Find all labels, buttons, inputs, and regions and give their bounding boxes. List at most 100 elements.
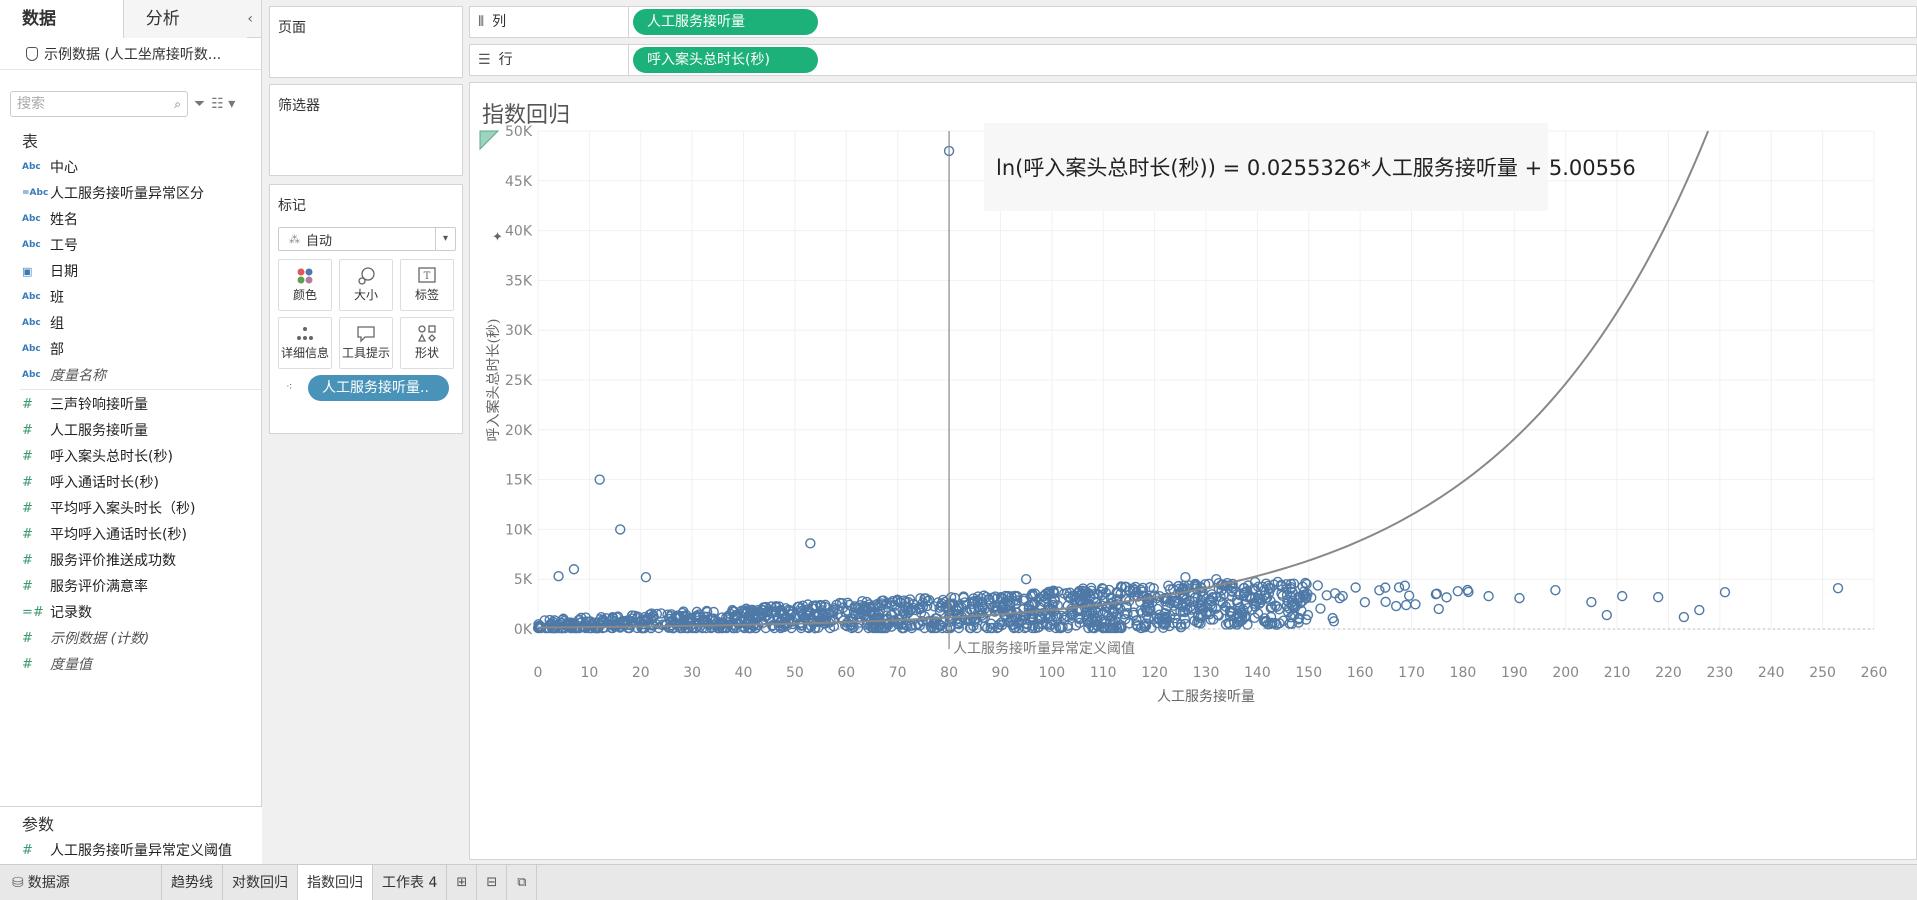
measure-type-icon: #	[22, 422, 33, 438]
measure-field[interactable]: # 人工服务接听量	[0, 417, 261, 443]
measure-type-icon: #	[22, 656, 33, 672]
label-icon: T	[401, 260, 453, 286]
size-button[interactable]: 大小	[339, 259, 393, 311]
x-tick-label: 90	[992, 665, 1010, 681]
sheet-tab-exp-regression[interactable]: 指数回归	[298, 864, 373, 900]
rows-pill[interactable]: 呼入案头总时长(秒)	[633, 47, 818, 73]
shape-icon	[401, 318, 453, 344]
search-input[interactable]	[17, 96, 175, 112]
outlier-point	[1452, 585, 1463, 597]
view-options-icon[interactable]: ☷ ▾	[211, 96, 235, 112]
field-name: 服务评价推送成功数	[50, 553, 176, 569]
rows-icon: ☰	[478, 52, 491, 68]
data-point	[1410, 599, 1421, 610]
x-tick-label: 240	[1758, 665, 1785, 681]
x-tick-label: 40	[735, 665, 753, 681]
database-icon: ⛁	[12, 874, 24, 891]
x-tick-label: 220	[1655, 665, 1682, 681]
string-type-icon: Abc	[22, 162, 41, 172]
tab-data[interactable]: 数据	[0, 0, 124, 38]
columns-pill[interactable]: 人工服务接听量	[633, 9, 818, 35]
measure-field[interactable]: # 度量值	[0, 651, 261, 677]
tooltip-label: 工具提示	[341, 346, 390, 360]
date-type-icon: ▣	[22, 264, 33, 278]
field-name: 姓名	[50, 212, 78, 228]
search-box[interactable]: ⌕	[10, 91, 188, 117]
datasource-item[interactable]: 示例数据 (人工坐席接听数...	[0, 38, 261, 70]
measure-field[interactable]: # 平均呼入案头时长（秒)	[0, 495, 261, 521]
scatter-chart[interactable]: 0 10 20 30 40 50 60 70 80 90 100 110 120 130 140 150 160…	[470, 83, 1916, 859]
measure-field[interactable]: # 示例数据 (计数)	[0, 625, 261, 651]
sheet-tab-trendline[interactable]: 趋势线	[162, 864, 223, 900]
data-point	[1315, 603, 1326, 614]
new-dashboard-icon[interactable]: ⊟	[477, 864, 508, 900]
field-name: 人工服务接听量异常区分	[50, 186, 204, 202]
data-point	[1321, 590, 1332, 601]
tooltip-button[interactable]: 工具提示	[339, 317, 393, 369]
measure-type-icon: #	[22, 448, 33, 464]
pages-card[interactable]: 页面	[269, 6, 463, 78]
measure-field[interactable]: # 服务评价满意率	[0, 573, 261, 599]
y-axis-title: 呼入案头总时长(秒)	[485, 319, 502, 442]
outlier-point	[1483, 590, 1494, 602]
x-tick-label: 200	[1552, 665, 1579, 681]
outlier-point	[1719, 586, 1731, 598]
outlier-point	[1678, 611, 1690, 623]
pages-title: 页面	[278, 20, 306, 36]
param-name: 人工服务接听量异常定义阈值	[50, 843, 232, 859]
new-story-icon[interactable]: ⧉	[507, 864, 538, 900]
data-point	[1393, 582, 1405, 593]
y-tick-label: 25K	[505, 373, 533, 389]
param-item[interactable]: # 人工服务接听量异常定义阈值	[0, 837, 262, 863]
collapse-pane-icon[interactable]: ‹	[247, 0, 261, 37]
y-tick-label: 20K	[505, 423, 533, 439]
y-tick-label: 40K	[505, 224, 533, 240]
x-tick-label: 80	[940, 665, 958, 681]
measure-field[interactable]: # 呼入案头总时长(秒)	[0, 443, 261, 469]
sheet-tab-log-regression[interactable]: 对数回归	[223, 864, 298, 900]
measure-field[interactable]: # 三声铃响接听量	[0, 391, 261, 417]
measure-field[interactable]: # 平均呼入通话时长(秒)	[0, 521, 261, 547]
datasource-label: 示例数据 (人工坐席接听数...	[44, 46, 222, 63]
dimension-field[interactable]: Abc 班	[0, 284, 261, 310]
mark-type-dropdown[interactable]: ⁂ 自动 ▾	[278, 227, 456, 251]
dimension-field[interactable]: ▣ 日期	[0, 258, 261, 284]
tab-analysis[interactable]: 分析	[123, 0, 248, 38]
dimension-field[interactable]: Abc 姓名	[0, 206, 261, 232]
color-button[interactable]: 颜色	[278, 259, 332, 311]
x-tick-label: 50	[786, 665, 804, 681]
measure-field[interactable]: # 呼入通话时长(秒)	[0, 469, 261, 495]
dimension-field[interactable]: Abc 组	[0, 310, 261, 336]
outlier-point	[1652, 591, 1664, 603]
dimension-field[interactable]: Abc 中心	[0, 154, 261, 180]
sheet-tab-sheet4[interactable]: 工作表 4	[373, 864, 448, 900]
detail-field-pill[interactable]: 人工服务接听量..	[308, 375, 449, 401]
dimension-field[interactable]: =Abc 人工服务接听量异常区分	[0, 180, 261, 206]
field-name: 平均呼入案头时长（秒)	[50, 501, 196, 517]
data-point	[1399, 580, 1411, 591]
y-tick-label: 0K	[514, 622, 533, 638]
filter-icon[interactable]: ⏷	[194, 96, 205, 112]
dimension-field[interactable]: Abc 工号	[0, 232, 261, 258]
measure-type-icon: #	[22, 842, 33, 858]
measure-field[interactable]: =# 记录数	[0, 599, 261, 625]
new-worksheet-icon[interactable]: ⊞	[447, 864, 478, 900]
x-axis-title: 人工服务接听量	[1157, 688, 1255, 705]
marks-title: 标记	[278, 198, 306, 214]
label-button[interactable]: T 标签	[400, 259, 454, 311]
measure-type-icon: #	[22, 474, 33, 490]
x-tick-label: 180	[1450, 665, 1477, 681]
color-icon	[279, 260, 331, 286]
y-tick-label: 45K	[505, 174, 533, 190]
x-tick-label: 130	[1193, 665, 1220, 681]
detail-button[interactable]: 详细信息	[278, 317, 332, 369]
dimension-field[interactable]: Abc 部	[0, 336, 261, 362]
filters-card[interactable]: 筛选器	[269, 84, 463, 176]
datasource-tab[interactable]: ⛁ 数据源	[0, 864, 162, 900]
measure-field[interactable]: # 服务评价推送成功数	[0, 547, 261, 573]
data-point	[1350, 582, 1361, 593]
y-tick-label: 30K	[505, 323, 533, 339]
dimension-field[interactable]: Abc 度量名称	[0, 362, 261, 388]
data-points	[532, 145, 1844, 634]
shape-button[interactable]: 形状	[400, 317, 454, 369]
